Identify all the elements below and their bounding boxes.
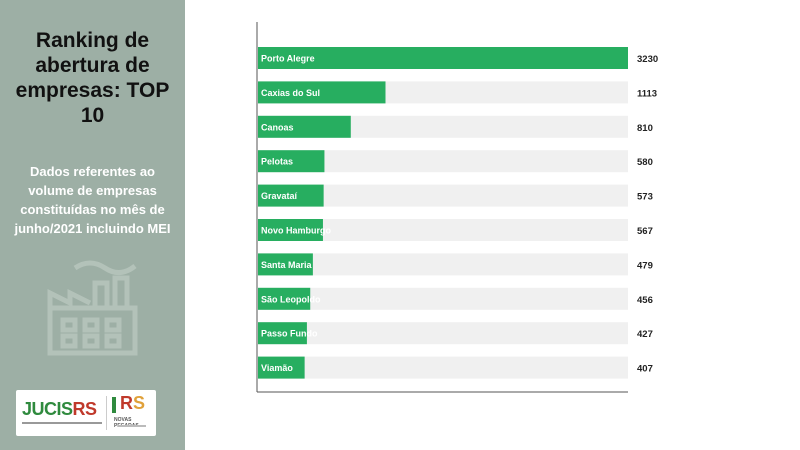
value-label: 1113 (637, 88, 657, 99)
category-label: Novo Hamburgo (261, 226, 332, 236)
category-label: Passo Fundo (261, 329, 318, 339)
category-label: Gravataí (261, 191, 298, 201)
category-label: Porto Alegre (261, 54, 315, 64)
bar-track (258, 253, 628, 276)
value-label: 427 (637, 329, 653, 340)
category-label: Santa Maria (261, 260, 313, 270)
value-label: 810 (637, 123, 653, 134)
bar-chart: Porto Alegre 3230 Caxias do Sul 1113 Canoas 8… (256, 22, 658, 393)
value-label: 3230 (637, 54, 658, 65)
category-label: São Leopoldo (261, 294, 321, 304)
value-label: 580 (637, 157, 653, 168)
category-label: Viamão (261, 363, 293, 373)
bar-track (258, 356, 628, 379)
category-label: Caxias do Sul (261, 88, 320, 98)
value-label: 567 (637, 226, 653, 237)
value-label: 456 (637, 295, 653, 306)
category-label: Canoas (261, 122, 294, 132)
value-label: 479 (637, 260, 653, 271)
category-label: Pelotas (261, 157, 293, 167)
value-label: 573 (637, 192, 653, 203)
value-label: 407 (637, 364, 653, 375)
